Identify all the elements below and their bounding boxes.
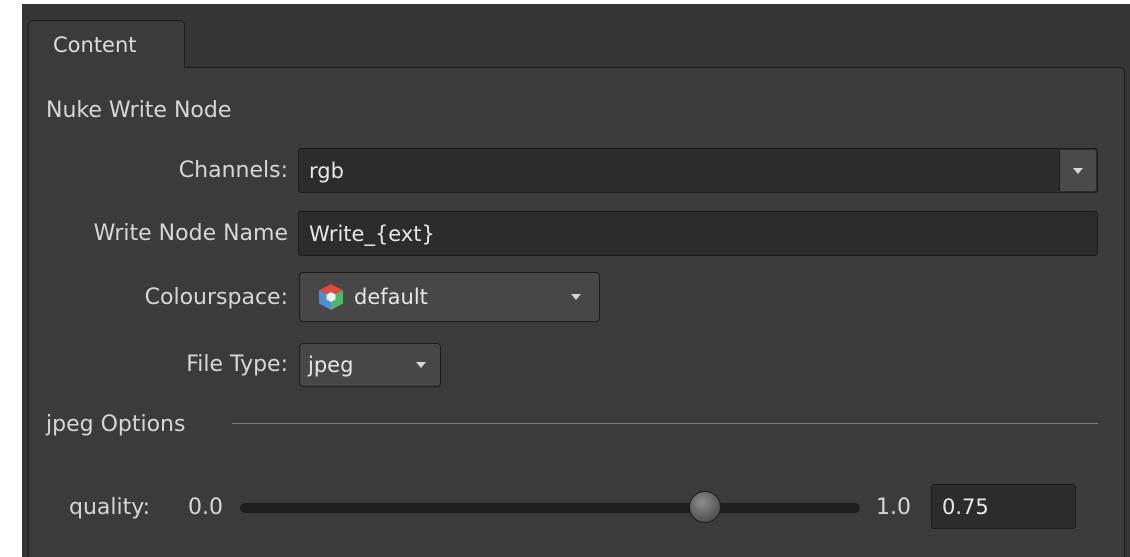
quality-input[interactable]: 0.75 — [931, 484, 1076, 529]
colourspace-value: default — [354, 285, 428, 309]
write-node-name-input[interactable]: Write_{ext} — [298, 211, 1098, 256]
tab-content-label: Content — [53, 32, 137, 57]
chevron-down-icon — [571, 294, 581, 300]
colourspace-dropdown[interactable]: default — [299, 272, 600, 322]
channels-dropdown-button[interactable] — [1059, 150, 1096, 191]
color-management-icon — [319, 284, 343, 310]
chevron-down-icon — [1073, 167, 1083, 174]
file-type-label: File Type: — [186, 352, 288, 377]
chevron-down-icon — [416, 362, 426, 368]
quality-slider-handle[interactable] — [689, 491, 721, 523]
quality-min-label: 0.0 — [188, 495, 223, 520]
jpeg-options-label: jpeg Options — [46, 412, 186, 437]
tab-content[interactable]: Content — [28, 20, 185, 68]
quality-value: 0.75 — [942, 494, 989, 519]
channels-value: rgb — [309, 158, 344, 183]
quality-slider-track[interactable] — [240, 503, 860, 513]
write-node-name-value: Write_{ext} — [309, 221, 435, 246]
quality-max-label: 1.0 — [876, 495, 911, 520]
write-node-name-label: Write Node Name — [93, 221, 288, 246]
file-type-value: jpeg — [308, 353, 354, 377]
channels-dropdown[interactable]: rgb — [298, 148, 1098, 193]
group-divider — [232, 423, 1098, 424]
colourspace-label: Colourspace: — [144, 285, 288, 310]
section-title: Nuke Write Node — [46, 98, 232, 123]
quality-label: quality: — [69, 495, 151, 520]
channels-label: Channels: — [178, 158, 288, 183]
file-type-dropdown[interactable]: jpeg — [299, 343, 441, 387]
